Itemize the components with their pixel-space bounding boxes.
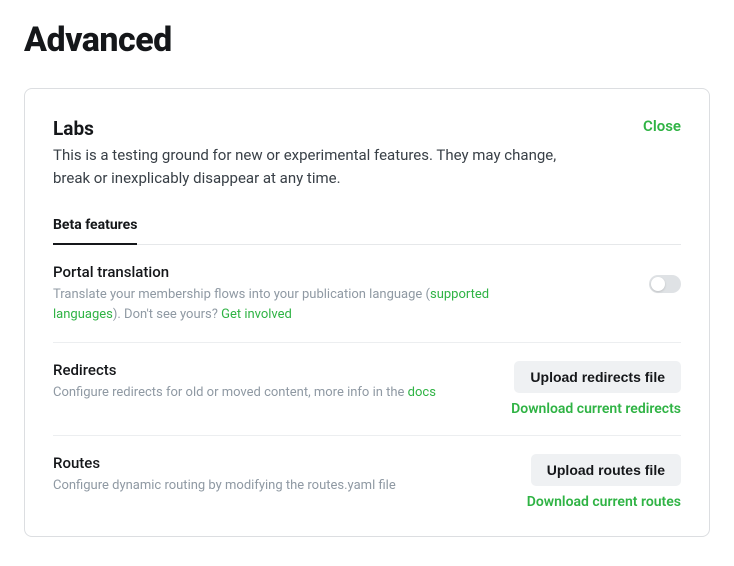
upload-routes-button[interactable]: Upload routes file <box>531 454 681 486</box>
redirects-description: Configure redirects for old or moved con… <box>53 383 487 403</box>
upload-redirects-button[interactable]: Upload redirects file <box>514 361 681 393</box>
portal-translation-description: Translate your membership flows into you… <box>53 285 533 324</box>
section-left: Portal translation Translate your member… <box>53 263 625 324</box>
redirects-title: Redirects <box>53 361 487 379</box>
portal-translation-toggle[interactable] <box>649 275 681 293</box>
labs-description: This is a testing ground for new or expe… <box>53 144 573 189</box>
section-routes: Routes Configure dynamic routing by modi… <box>53 436 681 514</box>
labs-title: Labs <box>53 117 573 140</box>
routes-title: Routes <box>53 454 503 472</box>
portal-translation-title: Portal translation <box>53 263 625 281</box>
desc-text: Configure redirects for old or moved con… <box>53 385 408 400</box>
card-header: Labs This is a testing ground for new or… <box>53 117 681 189</box>
page-title: Advanced <box>24 20 710 60</box>
section-right: Upload redirects file Download current r… <box>511 361 681 417</box>
download-redirects-link[interactable]: Download current redirects <box>511 401 681 417</box>
section-portal-translation: Portal translation Translate your member… <box>53 245 681 343</box>
tab-beta-features[interactable]: Beta features <box>53 217 137 245</box>
section-right: Upload routes file Download current rout… <box>527 454 681 510</box>
download-routes-link[interactable]: Download current routes <box>527 494 681 510</box>
routes-description: Configure dynamic routing by modifying t… <box>53 476 503 496</box>
section-left: Routes Configure dynamic routing by modi… <box>53 454 503 496</box>
section-left: Redirects Configure redirects for old or… <box>53 361 487 403</box>
section-redirects: Redirects Configure redirects for old or… <box>53 343 681 436</box>
close-button[interactable]: Close <box>643 117 681 135</box>
docs-link[interactable]: docs <box>408 385 436 400</box>
labs-card: Labs This is a testing ground for new or… <box>24 88 710 537</box>
desc-text: ). Don't see yours? <box>113 307 221 322</box>
desc-text: Translate your membership flows into you… <box>53 287 430 302</box>
tabs-bar: Beta features <box>53 217 681 245</box>
card-header-left: Labs This is a testing ground for new or… <box>53 117 573 189</box>
toggle-knob <box>651 277 665 291</box>
get-involved-link[interactable]: Get involved <box>221 307 292 322</box>
